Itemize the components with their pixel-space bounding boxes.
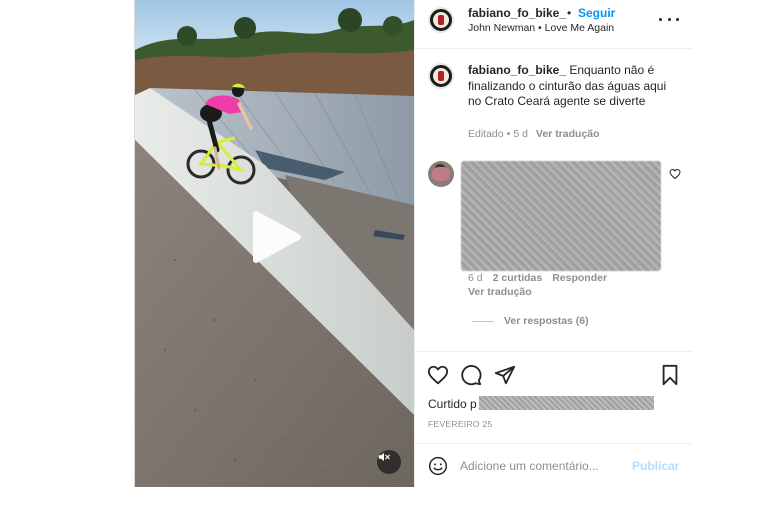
publish-button[interactable]: Publicar (632, 459, 679, 473)
post-date[interactable]: FEVEREIRO 25 (428, 419, 493, 429)
post-side-panel: fabiano_fo_bike_ • Seguir John Newman • … (414, 0, 692, 487)
caption-translate-link[interactable]: Ver tradução (536, 128, 600, 140)
comment-translate-link[interactable]: Ver tradução (468, 286, 532, 298)
comment-like-heart-icon[interactable] (669, 168, 681, 180)
liked-by-prefix: Curtido p (428, 397, 477, 411)
header-separator: • (567, 6, 572, 20)
more-options-icon[interactable] (659, 12, 679, 26)
instagram-post: fabiano_fo_bike_ • Seguir John Newman • … (134, 0, 692, 487)
view-replies-button[interactable]: Ver respostas (6) (472, 315, 589, 327)
reply-button[interactable]: Responder (552, 272, 607, 284)
play-button[interactable] (248, 210, 302, 264)
comment-composer: Publicar (415, 443, 692, 487)
heart-icon[interactable] (427, 364, 449, 386)
comment-meta: 6 d 2 curtidas Responder (468, 272, 617, 284)
comment-input[interactable] (460, 457, 625, 475)
audio-separator: • (538, 22, 542, 34)
replies-divider-line (472, 320, 494, 322)
caption-username[interactable]: fabiano_fo_bike_ (468, 63, 566, 77)
liked-by: Curtido p (428, 396, 654, 411)
post-video[interactable] (135, 0, 414, 487)
audio-track: Love Me Again (544, 22, 615, 34)
caption-age: 5 d (513, 128, 528, 140)
redacted-comment (461, 161, 661, 271)
author-avatar[interactable] (428, 7, 454, 33)
post-caption: fabiano_fo_bike_ Enquanto não é finaliza… (468, 63, 673, 110)
view-replies-label: Ver respostas (6) (504, 315, 589, 327)
follow-button[interactable]: Seguir (578, 6, 615, 20)
audio-artist: John Newman (468, 22, 536, 34)
comment-age: 6 d (468, 272, 483, 284)
post-header: fabiano_fo_bike_ • Seguir John Newman • … (415, 0, 692, 49)
caption-meta: Editado • 5 d Ver tradução (468, 128, 600, 140)
action-bar (415, 351, 692, 393)
mute-button[interactable] (377, 450, 401, 474)
bookmark-icon[interactable] (659, 364, 681, 386)
caption-author-avatar[interactable] (428, 63, 454, 89)
muted-speaker-icon (378, 452, 390, 462)
emoji-smile-icon[interactable] (428, 456, 448, 476)
redacted-liked-by (478, 396, 654, 410)
commenter-avatar[interactable] (428, 161, 454, 187)
play-icon (253, 211, 301, 263)
paper-plane-icon[interactable] (494, 364, 516, 386)
author-username[interactable]: fabiano_fo_bike_ (468, 6, 566, 20)
audio-attribution[interactable]: John Newman • Love Me Again (468, 22, 614, 34)
comment-likes[interactable]: 2 curtidas (493, 272, 543, 284)
comment-bubble-icon[interactable] (460, 364, 482, 386)
edited-label: Editado (468, 128, 504, 140)
meta-separator: • (506, 128, 511, 140)
